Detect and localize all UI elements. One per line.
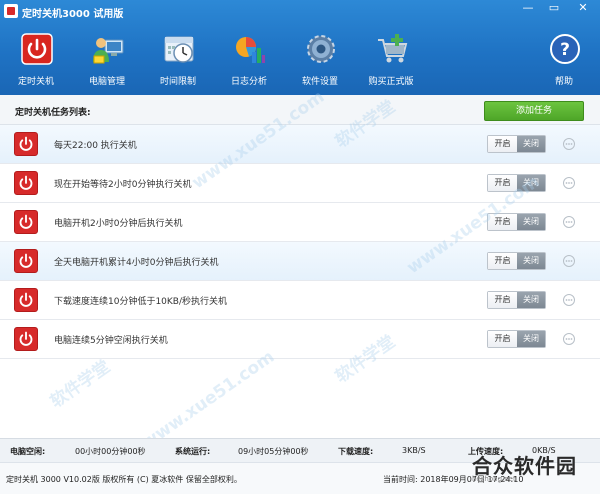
toggle-on-button[interactable]: 开启 — [488, 136, 517, 152]
toolbar-label: 定时关机 — [17, 77, 54, 87]
toggle-on-button[interactable]: 开启 — [488, 214, 517, 230]
toolbar-settings[interactable]: 软件设置 — [288, 26, 352, 92]
close-button[interactable]: ✕ — [568, 0, 598, 18]
app-header: 定时关机3000 试用版 — ▭ ✕ 定时关机 电脑管理 时间限制 日志分析 软… — [0, 0, 600, 95]
toolbar-log-analysis[interactable]: 日志分析 — [217, 26, 281, 92]
task-row[interactable]: 电脑开机2小时0分钟后执行关机 开启 关闭 — [0, 203, 600, 242]
add-task-button[interactable]: 添加任务 — [484, 101, 584, 121]
task-menu-icon[interactable] — [562, 137, 576, 151]
task-toggle[interactable]: 开启 关闭 — [487, 174, 546, 192]
task-row[interactable]: 电脑连续5分钟空闲执行关机 开启 关闭 — [0, 320, 600, 359]
toolbar-label: 电脑管理 — [88, 77, 125, 87]
task-menu-icon[interactable] — [562, 215, 576, 229]
toolbar-label: 软件设置 — [301, 77, 338, 87]
toggle-on-button[interactable]: 开启 — [488, 175, 517, 191]
run-value: 09小时05分钟00秒 — [238, 447, 309, 456]
task-toggle[interactable]: 开启 关闭 — [487, 330, 546, 348]
toolbar-label: 购买正式版 — [368, 77, 414, 87]
task-toggle[interactable]: 开启 关闭 — [487, 213, 546, 231]
toggle-off-button[interactable]: 关闭 — [517, 331, 545, 347]
maximize-button[interactable]: ▭ — [542, 0, 566, 18]
toolbar-shutdown[interactable]: 定时关机 — [4, 26, 68, 92]
task-menu-icon[interactable] — [562, 293, 576, 307]
main-toolbar: 定时关机 电脑管理 时间限制 日志分析 软件设置 购买正式版 ? 帮助 — [0, 26, 600, 92]
toolbar-buy[interactable]: 购买正式版 — [359, 26, 423, 92]
toolbar-label: 帮助 — [554, 77, 573, 87]
toggle-off-button[interactable]: 关闭 — [517, 253, 545, 269]
toggle-on-button[interactable]: 开启 — [488, 292, 517, 308]
toggle-off-button[interactable]: 关闭 — [517, 136, 545, 152]
run-label: 系统运行: — [175, 447, 211, 456]
task-row[interactable]: 下载速度连续10分钟低于10KB/秒执行关机 开启 关闭 — [0, 281, 600, 320]
toolbar-pc-manage[interactable]: 电脑管理 — [75, 26, 139, 92]
power-icon — [14, 171, 38, 195]
toolbar-label: 时间限制 — [159, 77, 196, 87]
download-label: 下载速度: — [338, 447, 374, 456]
task-toggle[interactable]: 开启 关闭 — [487, 252, 546, 270]
task-description: 每天22:00 执行关机 — [54, 141, 137, 151]
minimize-button[interactable]: — — [516, 0, 540, 18]
computer-manage-icon — [93, 38, 124, 64]
help-icon: ? — [550, 34, 580, 64]
power-icon — [14, 132, 38, 156]
title-bar[interactable]: 定时关机3000 试用版 — ▭ ✕ — [0, 0, 600, 22]
task-description: 现在开始等待2小时0分钟执行关机 — [54, 180, 192, 190]
power-icon — [21, 33, 53, 65]
toolbar-time-limit[interactable]: 时间限制 — [146, 26, 210, 92]
task-description: 电脑开机2小时0分钟后执行关机 — [54, 219, 183, 229]
task-menu-icon[interactable] — [562, 176, 576, 190]
cart-icon — [378, 34, 408, 63]
window-title: 定时关机3000 试用版 — [22, 9, 124, 20]
power-icon — [14, 288, 38, 312]
task-toggle[interactable]: 开启 关闭 — [487, 291, 546, 309]
power-icon — [14, 327, 38, 351]
chart-icon — [236, 37, 265, 63]
toolbar-help[interactable]: ? 帮助 — [532, 26, 596, 92]
toggle-off-button[interactable]: 关闭 — [517, 175, 545, 191]
app-logo-icon — [4, 4, 18, 18]
copyright-text: 定时关机 3000 V10.02版 版权所有 (C) 夏冰软件 保留全部权利。 — [6, 475, 242, 484]
task-description: 电脑连续5分钟空闲执行关机 — [54, 336, 168, 346]
task-menu-icon[interactable] — [562, 254, 576, 268]
task-row[interactable]: 现在开始等待2小时0分钟执行关机 开启 关闭 — [0, 164, 600, 203]
task-list: 每天22:00 执行关机 开启 关闭 现在开始等待2小时0分钟执行关机 开启 关… — [0, 125, 600, 438]
task-menu-icon[interactable] — [562, 332, 576, 346]
settings-gear-icon — [307, 35, 335, 63]
toolbar-label: 日志分析 — [230, 77, 267, 87]
power-icon — [14, 210, 38, 234]
task-row[interactable]: 每天22:00 执行关机 开启 关闭 — [0, 125, 600, 164]
brand-logo: 合众软件园 hezhong.net — [470, 446, 598, 492]
toggle-off-button[interactable]: 关闭 — [517, 214, 545, 230]
task-list-title: 定时关机任务列表: — [15, 108, 91, 118]
task-row[interactable]: 全天电脑开机累计4小时0分钟后执行关机 开启 关闭 — [0, 242, 600, 281]
download-value: 3KB/S — [402, 446, 426, 455]
toggle-on-button[interactable]: 开启 — [488, 331, 517, 347]
power-icon — [14, 249, 38, 273]
idle-label: 电脑空闲: — [10, 447, 46, 456]
task-description: 下载速度连续10分钟低于10KB/秒执行关机 — [54, 297, 228, 307]
toggle-on-button[interactable]: 开启 — [488, 253, 517, 269]
task-toggle[interactable]: 开启 关闭 — [487, 135, 546, 153]
idle-value: 00小时00分钟00秒 — [75, 447, 146, 456]
toggle-off-button[interactable]: 关闭 — [517, 292, 545, 308]
task-description: 全天电脑开机累计4小时0分钟后执行关机 — [54, 258, 219, 268]
svg-text:?: ? — [560, 40, 570, 60]
clock-icon — [164, 36, 194, 63]
task-list-header: 定时关机任务列表: 添加任务 — [0, 95, 600, 125]
brand-url: hezhong.net — [472, 475, 516, 483]
